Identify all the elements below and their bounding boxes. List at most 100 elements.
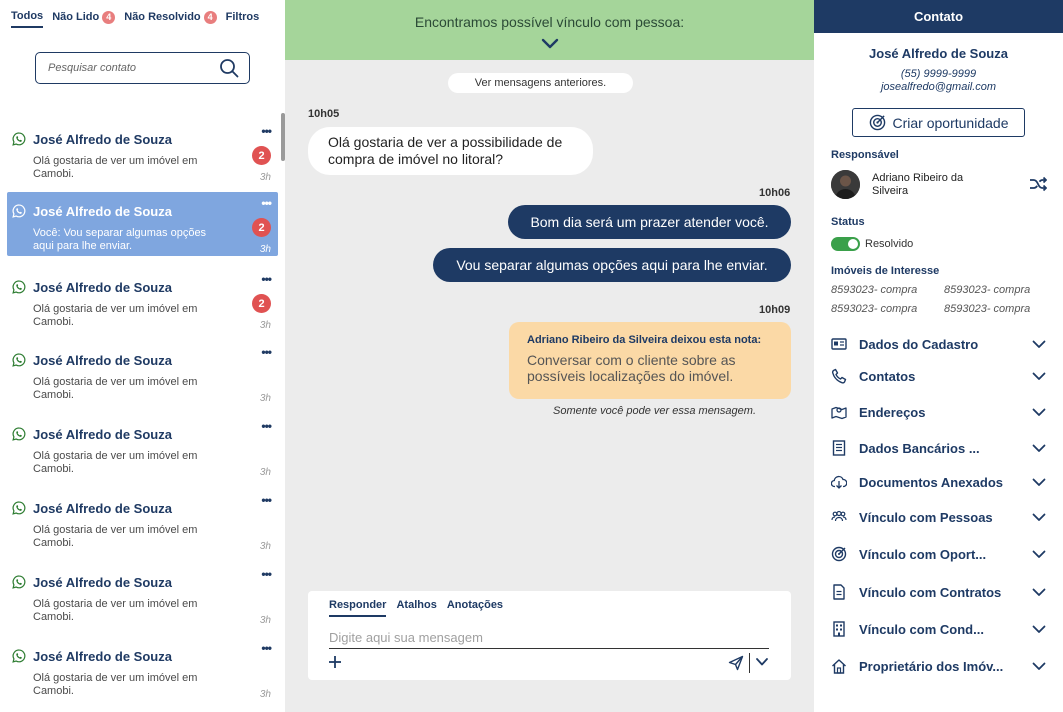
chevron-down-icon[interactable] [540, 37, 560, 51]
whatsapp-icon [12, 501, 26, 515]
contact-name: José Alfredo de Souza [33, 501, 172, 516]
conversation-item[interactable]: José Alfredo de Souza Olá gostaria de ve… [7, 637, 278, 701]
search-input[interactable] [48, 62, 219, 74]
tab-nao-lido[interactable]: Não Lido 4 [52, 10, 116, 28]
contact-name: José Alfredo de Souza [33, 575, 172, 590]
message-preview: Olá gostaria de ver um imóvel em Camobi. [33, 303, 198, 328]
tab-atalhos[interactable]: Atalhos [396, 599, 436, 617]
status-toggle[interactable] [831, 237, 860, 251]
message-time: 10h05 [308, 108, 340, 120]
contact-email[interactable]: josealfredo@gmail.com [814, 81, 1063, 93]
people-icon [831, 510, 847, 522]
composer-tabs: Responder Atalhos Anotações [329, 599, 503, 617]
link-suggestion-banner[interactable]: Encontramos possível vínculo com pessoa: [285, 0, 814, 60]
conversation-item[interactable]: José Alfredo de Souza Olá gostaria de ve… [7, 489, 278, 553]
timestamp: 3h [259, 244, 271, 255]
section-dados-do-cadastro[interactable]: Dados do Cadastro [831, 334, 1046, 354]
section-vinculo-condominios[interactable]: Vínculo com Cond... [831, 619, 1046, 639]
contact-name: José Alfredo de Souza [33, 204, 172, 219]
whatsapp-icon [12, 427, 26, 441]
section-documentos-anexados[interactable]: Documentos Anexados [831, 472, 1046, 492]
message-preview: Olá gostaria de ver um imóvel em Camobi. [33, 376, 198, 401]
unread-badge: 2 [252, 218, 271, 237]
message-preview: Olá gostaria de ver um imóvel em Camobi. [33, 672, 198, 697]
contact-name: José Alfredo de Souza [33, 353, 172, 368]
tab-nao-resolvido[interactable]: Não Resolvido 4 [124, 10, 217, 28]
contact-name: José Alfredo de Souza [869, 46, 1008, 61]
unresolved-count-badge: 4 [203, 10, 217, 24]
whatsapp-icon [12, 353, 26, 367]
more-options-icon[interactable]: ••• [261, 345, 272, 359]
section-contatos[interactable]: Contatos [831, 366, 1046, 386]
search-icon[interactable] [219, 58, 239, 78]
cloud-download-icon [831, 475, 847, 489]
whatsapp-icon [12, 575, 26, 589]
shuffle-icon[interactable] [1029, 176, 1047, 192]
more-options-icon[interactable]: ••• [261, 272, 272, 286]
send-icon[interactable] [728, 655, 744, 671]
bank-document-icon [832, 440, 846, 456]
message-preview: Você: Vou separar algumas opções aqui pa… [33, 227, 207, 252]
load-previous-button[interactable]: Ver mensagens anteriores. [448, 73, 633, 93]
status-title: Status [831, 216, 865, 228]
tab-filtros[interactable]: Filtros [226, 10, 260, 28]
status-value: Resolvido [865, 238, 914, 250]
plus-icon[interactable] [328, 655, 342, 669]
property-item[interactable]: 8593023- compra [831, 303, 917, 315]
section-vinculo-pessoas[interactable]: Vínculo com Pessoas [831, 507, 1046, 527]
property-item[interactable]: 8593023- compra [831, 284, 917, 296]
property-item[interactable]: 8593023- compra [944, 284, 1030, 296]
outgoing-message: Bom dia será um prazer atender você. [508, 205, 791, 239]
tab-responder[interactable]: Responder [329, 599, 387, 617]
create-opportunity-label: Criar oportunidade [892, 114, 1009, 131]
property-item[interactable]: 8593023- compra [944, 303, 1030, 315]
conversation-item[interactable]: José Alfredo de Souza Olá gostaria de ve… [7, 268, 278, 332]
tab-todos[interactable]: Todos [11, 10, 44, 28]
composer-separator [749, 653, 750, 673]
chevron-down-icon [1032, 550, 1046, 558]
chevron-down-icon [1032, 478, 1046, 486]
contact-name: José Alfredo de Souza [33, 427, 172, 442]
unread-badge: 2 [252, 146, 271, 165]
conversation-panel: Todos Não Lido4 Não Resolvido4 Filtros J… [0, 0, 285, 712]
responsible-title: Responsável [831, 149, 899, 161]
more-options-icon[interactable]: ••• [261, 419, 272, 433]
more-options-icon[interactable]: ••• [261, 493, 272, 507]
chevron-down-icon [1032, 662, 1046, 670]
phone-icon [831, 368, 847, 384]
properties-title: Imóveis de Interesse [831, 265, 940, 277]
note-author: Adriano Ribeiro da Silveira deixou esta … [527, 334, 762, 346]
section-vinculo-oportunidades[interactable]: Vínculo com Oport... [831, 544, 1046, 564]
avatar [831, 170, 860, 199]
more-options-icon[interactable]: ••• [261, 124, 272, 138]
chevron-down-icon[interactable] [755, 657, 769, 667]
conversation-item[interactable]: José Alfredo de Souza Olá gostaria de ve… [7, 563, 278, 627]
chevron-down-icon [1032, 372, 1046, 380]
more-options-icon[interactable]: ••• [261, 567, 272, 581]
whatsapp-icon [12, 649, 26, 663]
section-dados-bancarios[interactable]: Dados Bancários ... [831, 438, 1046, 458]
message-input[interactable] [329, 627, 769, 649]
conversation-item[interactable]: José Alfredo de Souza Olá gostaria de ve… [7, 341, 278, 405]
timestamp: 3h [259, 320, 271, 331]
more-options-icon[interactable]: ••• [261, 196, 272, 210]
conversation-item[interactable]: José Alfredo de Souza Olá gostaria de ve… [7, 120, 278, 184]
section-vinculo-contratos[interactable]: Vínculo com Contratos [831, 582, 1046, 602]
contract-icon [833, 584, 845, 600]
map-icon [831, 406, 847, 420]
chevron-down-icon [1032, 340, 1046, 348]
contact-phone[interactable]: (55) 9999-9999 [814, 68, 1063, 80]
message-preview: Olá gostaria de ver um imóvel em Camobi. [33, 450, 198, 475]
more-options-icon[interactable]: ••• [261, 641, 272, 655]
building-icon [833, 621, 845, 637]
conversation-item-selected[interactable]: José Alfredo de Souza Você: Vou separar … [7, 192, 278, 256]
unread-badge: 2 [252, 294, 271, 313]
section-proprietario-imoveis[interactable]: Proprietário dos Imóv... [831, 656, 1046, 676]
tab-anotacoes[interactable]: Anotações [447, 599, 503, 617]
message-time: 10h06 [759, 187, 791, 199]
section-enderecos[interactable]: Endereços [831, 402, 1046, 422]
timestamp: 3h [259, 615, 271, 626]
conversation-item[interactable]: José Alfredo de Souza Olá gostaria de ve… [7, 415, 278, 479]
create-opportunity-button[interactable]: Criar oportunidade [852, 108, 1025, 137]
target-icon [869, 114, 885, 131]
